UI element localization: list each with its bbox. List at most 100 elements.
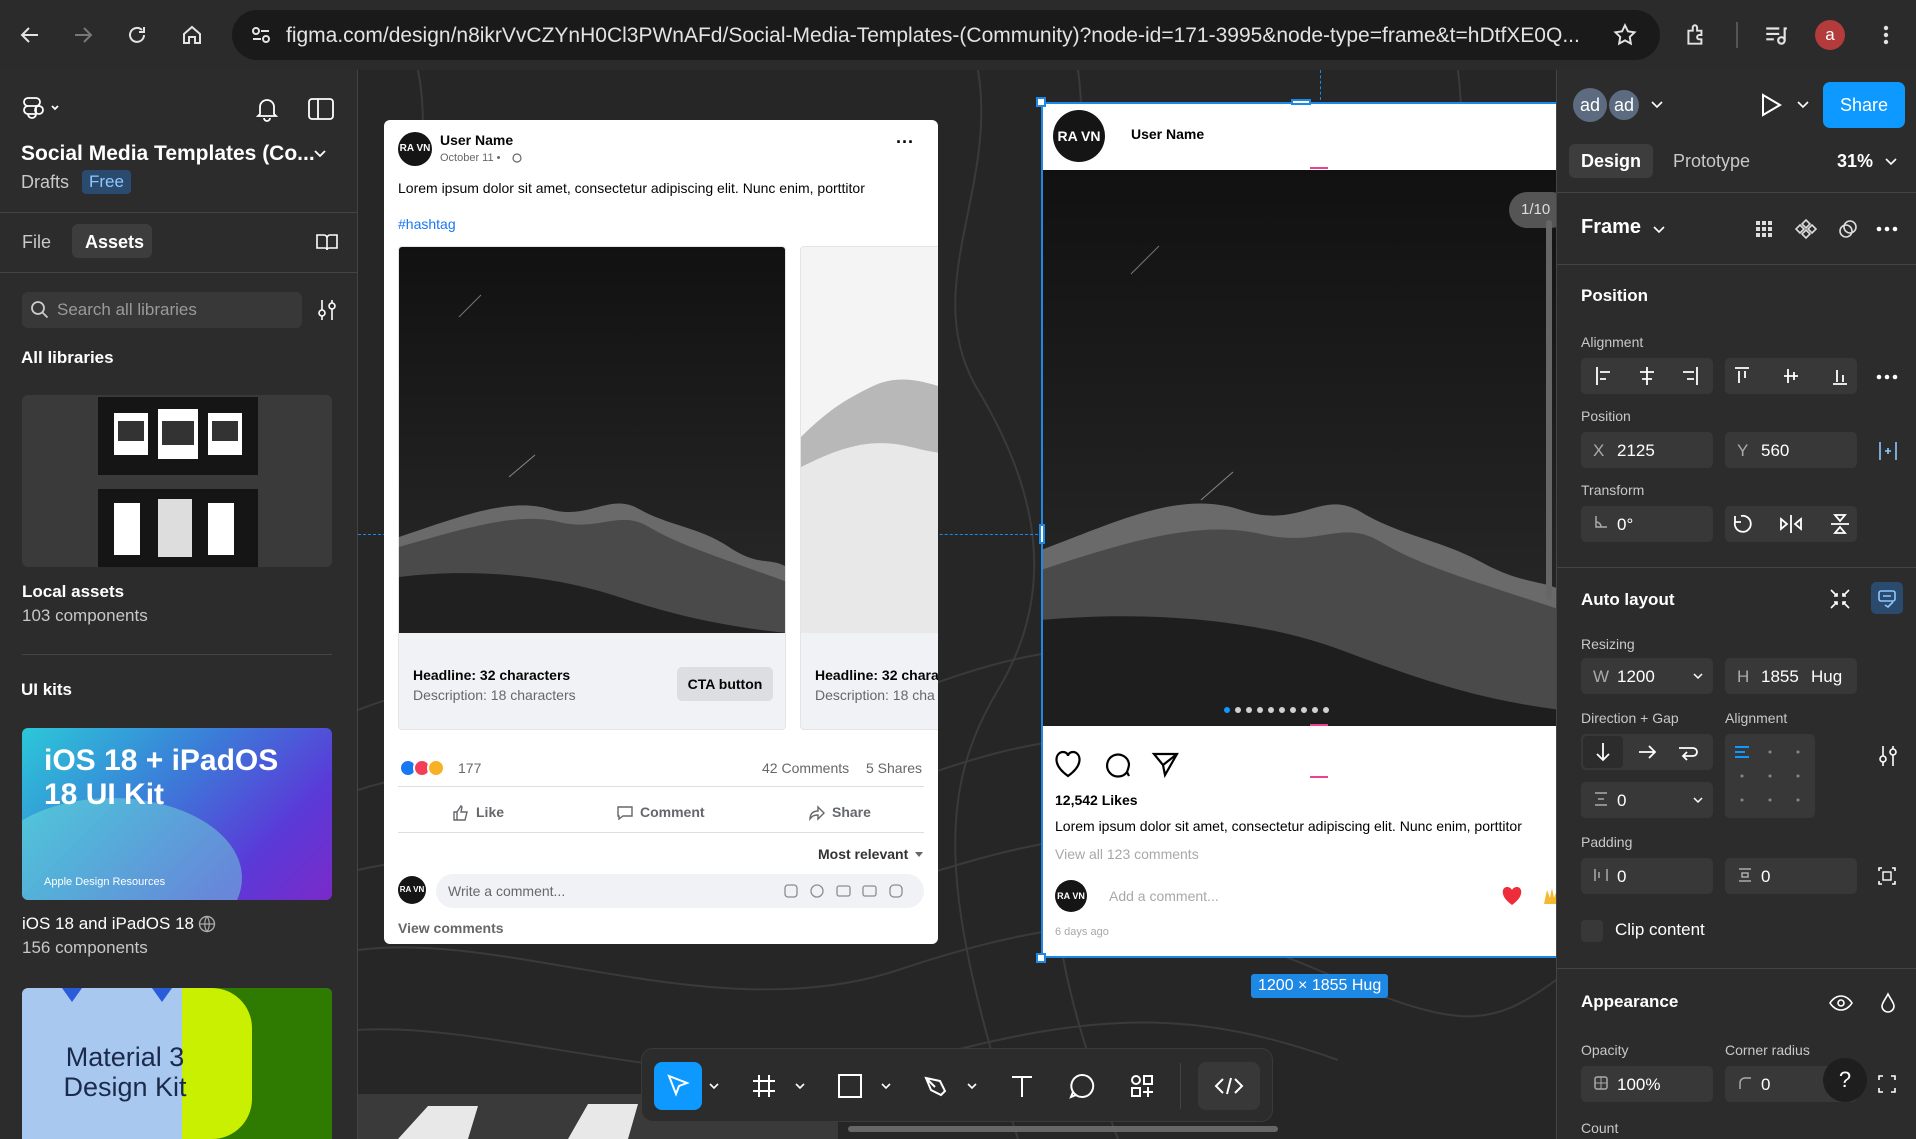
shape-tool-menu[interactable] <box>878 1062 894 1110</box>
vertical-padding-input[interactable]: 0 <box>1725 858 1857 894</box>
library-book-icon[interactable] <box>315 232 339 252</box>
move-tool-button[interactable] <box>654 1062 702 1110</box>
facebook-post-frame[interactable]: RA VN User Name October 11 • ··· Lorem i… <box>384 120 938 944</box>
independent-corners-icon[interactable] <box>1877 1074 1897 1094</box>
carousel-dot[interactable] <box>1257 707 1263 713</box>
pen-tool-button[interactable] <box>912 1062 960 1110</box>
cta-button[interactable]: CTA button <box>677 667 773 701</box>
share-icon[interactable] <box>808 804 826 822</box>
dev-mode-toggle[interactable] <box>1198 1062 1260 1110</box>
comments-count[interactable]: 42 Comments <box>762 760 849 776</box>
actions-tool-button[interactable] <box>1118 1062 1166 1110</box>
media-controls-icon[interactable] <box>1756 15 1796 55</box>
toggle-sidebar-icon[interactable] <box>308 98 334 120</box>
carousel-dot[interactable] <box>1279 707 1285 713</box>
carousel-card[interactable]: Headline: 32 charac Description: 18 cha <box>800 246 938 730</box>
reload-icon[interactable] <box>117 15 157 55</box>
file-location[interactable]: Drafts <box>21 172 69 193</box>
bookmark-star-icon[interactable] <box>1612 22 1638 48</box>
comment-bubble-icon[interactable] <box>1103 750 1131 778</box>
collaborator-avatar[interactable]: ad <box>1573 88 1607 122</box>
auto-layout-settings-button[interactable] <box>1871 582 1903 614</box>
view-comments-link[interactable]: View comments <box>398 920 504 936</box>
comment-tool-icons[interactable] <box>784 883 914 899</box>
layer-type-label[interactable]: Frame <box>1581 216 1641 239</box>
extensions-icon[interactable] <box>1676 15 1716 55</box>
notifications-bell-icon[interactable] <box>255 96 279 122</box>
tab-prototype[interactable]: Prototype <box>1673 151 1750 172</box>
tab-file[interactable]: File <box>22 232 51 253</box>
chevron-down-icon[interactable] <box>1797 101 1809 109</box>
help-button[interactable]: ? <box>1823 1058 1867 1102</box>
instagram-post-frame[interactable]: RA VN User Name 1/10 12,542 Likes Lorem … <box>1041 102 1556 958</box>
carousel-card[interactable]: Headline: 32 characters Description: 18 … <box>398 246 786 730</box>
individual-padding-icon[interactable] <box>1877 866 1897 886</box>
auto-layout-advanced-icon[interactable] <box>1877 744 1899 768</box>
clip-content-label[interactable]: Clip content <box>1615 920 1705 940</box>
canvas-vertical-scrollbar[interactable] <box>1546 220 1552 600</box>
carousel-dot[interactable] <box>1268 707 1274 713</box>
carousel-dot[interactable] <box>1312 707 1318 713</box>
material-kit-thumbnail[interactable]: Material 3 Design Kit <box>22 988 332 1139</box>
present-play-icon[interactable] <box>1759 92 1783 118</box>
height-input[interactable]: H 1855 Hug <box>1725 658 1857 694</box>
tab-design[interactable]: Design <box>1581 151 1641 172</box>
share-button[interactable]: Share <box>1823 82 1905 128</box>
heart-emoji-icon[interactable] <box>1501 886 1523 906</box>
local-assets-title[interactable]: Local assets <box>22 582 124 602</box>
send-icon[interactable] <box>1151 750 1179 778</box>
frame-tool-button[interactable] <box>740 1062 788 1110</box>
figma-menu-icon[interactable] <box>22 96 62 120</box>
resize-handle[interactable] <box>1039 524 1045 544</box>
chevron-down-icon[interactable] <box>1693 797 1703 804</box>
shares-count[interactable]: 5 Shares <box>866 760 922 776</box>
more-options-icon[interactable] <box>1875 225 1899 233</box>
add-comment-input[interactable]: Add a comment... <box>1109 888 1219 904</box>
profile-avatar[interactable]: a <box>1815 20 1845 50</box>
zoom-level[interactable]: 31% <box>1837 151 1873 172</box>
comment-button[interactable]: Comment <box>640 804 705 820</box>
back-icon[interactable] <box>10 15 50 55</box>
ios-kit-thumbnail[interactable]: iOS 18 + iPadOS 18 UI Kit Apple Design R… <box>22 728 332 900</box>
heart-icon[interactable] <box>1053 750 1083 778</box>
browser-menu-icon[interactable] <box>1866 15 1906 55</box>
chevron-down-icon[interactable] <box>313 149 327 159</box>
carousel-dot[interactable] <box>1323 707 1329 713</box>
caret-down-icon[interactable] <box>914 852 924 858</box>
carousel-dots[interactable] <box>1224 707 1329 715</box>
reactions-count[interactable]: 177 <box>458 760 481 776</box>
pen-tool-menu[interactable] <box>964 1062 980 1110</box>
like-icon[interactable] <box>452 804 470 822</box>
raised-hands-emoji-icon[interactable] <box>1541 886 1556 906</box>
view-all-comments-link[interactable]: View all 123 comments <box>1055 846 1199 862</box>
gap-input[interactable]: 0 <box>1581 782 1713 818</box>
resize-handle[interactable] <box>1036 97 1046 107</box>
more-options-icon[interactable] <box>1875 373 1899 381</box>
comment-sort-dropdown[interactable]: Most relevant <box>818 846 908 862</box>
rotation-input[interactable]: 0° <box>1581 506 1713 542</box>
collaborator-avatar[interactable]: ad <box>1607 88 1641 122</box>
chevron-down-icon[interactable] <box>1653 226 1665 234</box>
clip-content-checkbox[interactable] <box>1581 920 1603 942</box>
site-settings-icon[interactable] <box>250 24 272 46</box>
carousel-dot[interactable] <box>1290 707 1296 713</box>
comment-tool-button[interactable] <box>1058 1062 1106 1110</box>
reaction-icons[interactable] <box>398 758 452 778</box>
design-canvas[interactable]: RA VN User Name October 11 • ··· Lorem i… <box>358 70 1556 1139</box>
home-icon[interactable] <box>172 15 212 55</box>
resize-handle[interactable] <box>1036 953 1046 963</box>
blend-mode-drop-icon[interactable] <box>1879 992 1897 1014</box>
local-assets-thumbnail[interactable] <box>22 395 332 567</box>
filter-sliders-icon[interactable] <box>316 298 338 322</box>
y-position-input[interactable]: Y 560 <box>1725 432 1857 468</box>
resize-handle[interactable] <box>1291 99 1311 105</box>
post-more-button[interactable]: ··· <box>896 132 914 153</box>
horizontal-padding-input[interactable]: 0 <box>1581 858 1713 894</box>
grid-dots-icon[interactable] <box>1753 218 1775 240</box>
forward-icon[interactable] <box>63 15 103 55</box>
ios-kit-title[interactable]: iOS 18 and iPadOS 18 <box>22 914 194 934</box>
chevron-down-icon[interactable] <box>1651 101 1663 109</box>
search-input[interactable]: Search all libraries <box>22 292 302 328</box>
carousel-dot[interactable] <box>1301 707 1307 713</box>
likes-count[interactable]: 12,542 Likes <box>1055 792 1138 808</box>
